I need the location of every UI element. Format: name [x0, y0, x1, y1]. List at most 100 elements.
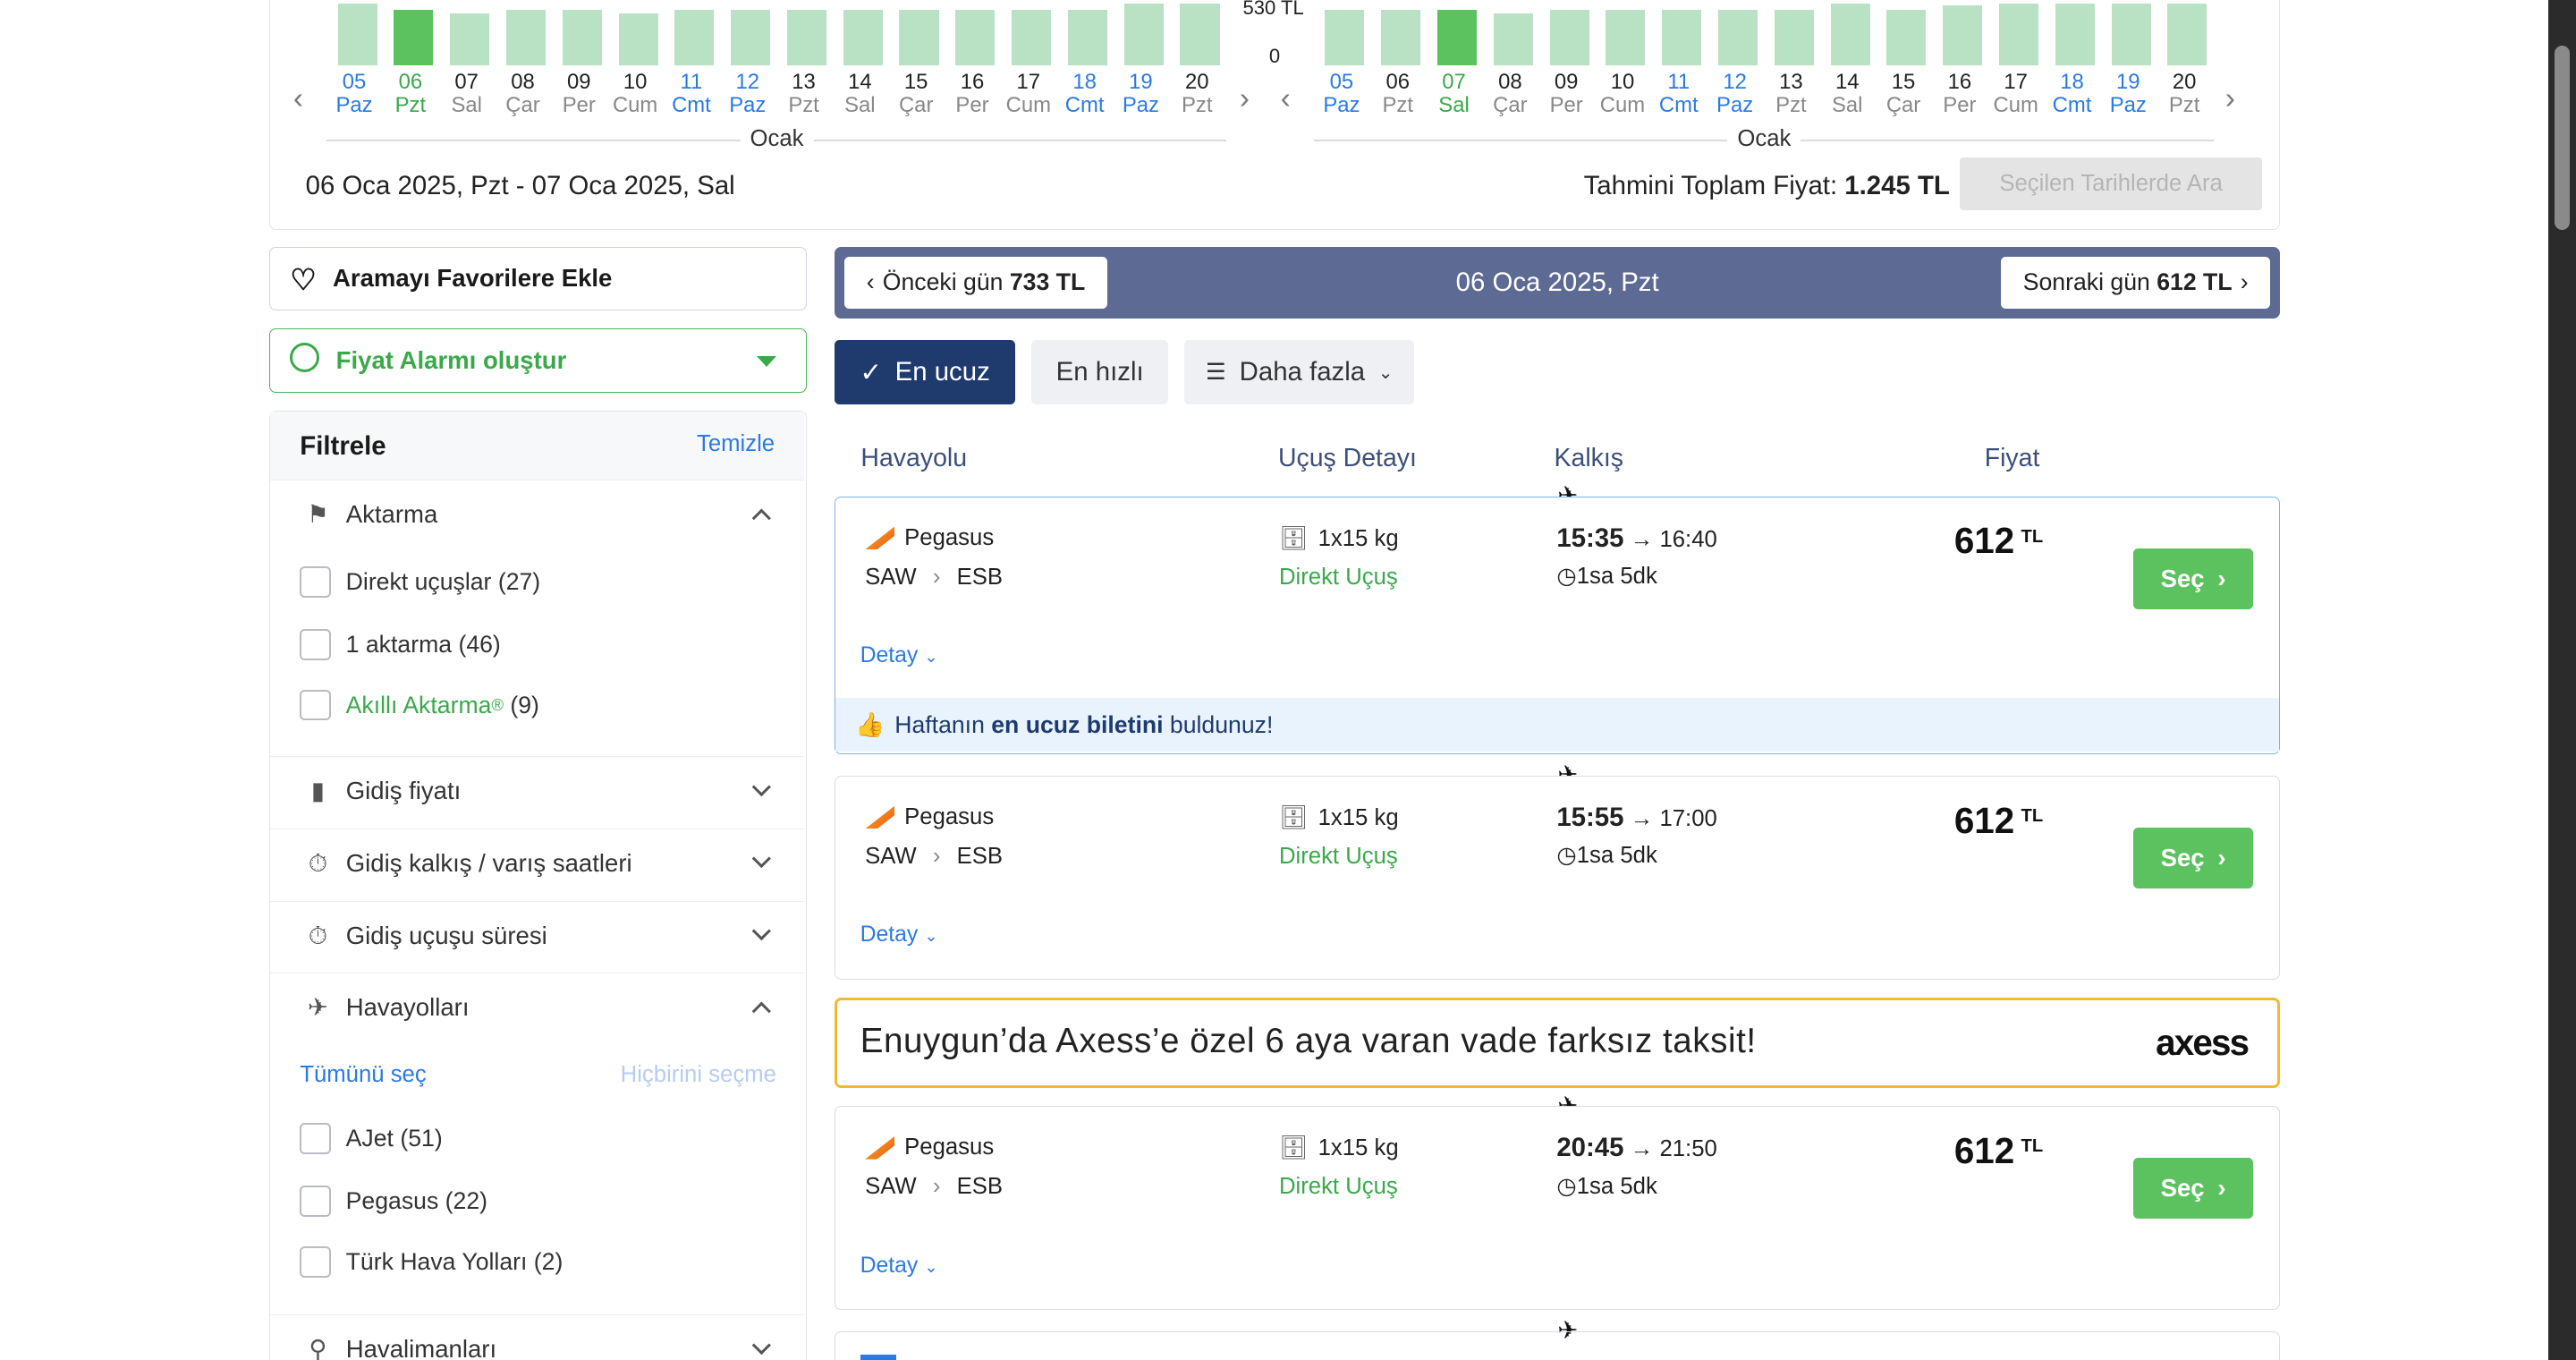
add-to-favorites-button[interactable]: ♡ Aramayı Favorilere Ekle — [269, 246, 807, 311]
price-bar-18[interactable] — [1067, 10, 1107, 66]
next-day-button[interactable]: Sonraki gün 612 TL › — [2001, 256, 2271, 310]
calendar-day-18[interactable]: 18 Cmt — [1056, 71, 1113, 116]
calendar-day-19[interactable]: 19 Paz — [1113, 71, 1169, 116]
search-selected-dates-button[interactable]: Seçilen Tarihlerde Ara — [1960, 157, 2263, 211]
flight-card[interactable]: Pegasus SAW › ESB 🗄 1x15 kg Direkt Uçuş 1… — [835, 496, 2281, 755]
calendar-day-05[interactable]: 05 Paz — [326, 71, 383, 116]
calendar-day-09[interactable]: 09 Per — [551, 71, 607, 116]
price-bar-11[interactable] — [1662, 10, 1702, 66]
details-toggle[interactable]: Detay ⌄ — [860, 1254, 938, 1279]
calendar-day-17[interactable]: 17 Cum — [1987, 71, 2044, 116]
left-cal-prev-icon[interactable]: ‹ — [293, 82, 303, 116]
select-all-link[interactable]: Tümünü seç — [300, 1062, 426, 1087]
flight-card[interactable] — [835, 1330, 2281, 1360]
stops-option-one[interactable]: 1 aktarma (46) — [300, 628, 501, 660]
flight-card[interactable]: Pegasus SAW › ESB 🗄 1x15 kg Direkt Uçuş 1… — [835, 775, 2281, 980]
price-bar-05[interactable] — [1325, 10, 1365, 66]
filter-section-times[interactable]: ⏱ Gidiş kalkış / varış saatleri — [270, 829, 805, 902]
calendar-day-11[interactable]: 11 Cmt — [664, 71, 720, 116]
calendar-day-10[interactable]: 10 Cum — [607, 71, 664, 116]
scrollbar-thumb[interactable] — [2555, 46, 2570, 231]
calendar-day-09[interactable]: 09 Per — [1538, 71, 1595, 116]
calendar-day-14[interactable]: 14 Sal — [832, 71, 888, 116]
calendar-day-07[interactable]: 07 Sal — [438, 71, 495, 116]
checkbox[interactable] — [300, 689, 332, 721]
checkbox[interactable] — [300, 1246, 332, 1279]
price-bar-12[interactable] — [731, 10, 771, 66]
price-bar-15[interactable] — [899, 10, 939, 66]
left-cal-next-icon[interactable]: › — [1240, 82, 1250, 116]
price-bar-18[interactable] — [2055, 3, 2095, 66]
price-bar-10[interactable] — [1606, 10, 1646, 66]
calendar-day-06[interactable]: 06 Pzt — [1369, 71, 1426, 116]
price-bar-14[interactable] — [1830, 3, 1870, 66]
calendar-day-16[interactable]: 16 Per — [1931, 71, 1987, 116]
price-bar-06[interactable] — [394, 10, 434, 66]
calendar-day-12[interactable]: 12 Paz — [719, 71, 775, 116]
checkbox[interactable] — [300, 1186, 332, 1218]
calendar-day-17[interactable]: 17 Cum — [1000, 71, 1056, 116]
section-title-stops[interactable]: Aktarma — [346, 500, 438, 529]
calendar-day-08[interactable]: 08 Çar — [495, 71, 551, 116]
calendar-day-20[interactable]: 20 Pzt — [1169, 71, 1225, 116]
stops-option-smart[interactable]: Akıllı Aktarma ® (9) — [300, 689, 539, 721]
select-flight-button[interactable]: Seç › — [2133, 548, 2254, 609]
price-bar-07[interactable] — [450, 13, 490, 66]
price-bar-08[interactable] — [1493, 13, 1533, 66]
calendar-day-07[interactable]: 07 Sal — [1426, 71, 1482, 116]
airline-option-ajet[interactable]: AJet (51) — [300, 1123, 443, 1155]
filter-section-duration[interactable]: ⏱ Gidiş uçuşu süresi — [270, 902, 805, 974]
right-cal-prev-icon[interactable]: ‹ — [1281, 82, 1291, 116]
price-bar-15[interactable] — [1886, 10, 1927, 66]
calendar-day-08[interactable]: 08 Çar — [1482, 71, 1538, 116]
price-bar-05[interactable] — [337, 3, 377, 66]
calendar-day-20[interactable]: 20 Pzt — [2157, 71, 2213, 116]
select-flight-button[interactable]: Seç › — [2133, 1158, 2254, 1219]
calendar-day-13[interactable]: 13 Pzt — [775, 71, 832, 116]
price-bar-06[interactable] — [1381, 10, 1421, 66]
calendar-day-18[interactable]: 18 Cmt — [2044, 71, 2100, 116]
calendar-day-11[interactable]: 11 Cmt — [1650, 71, 1707, 116]
price-bar-14[interactable] — [843, 10, 883, 66]
calendar-day-10[interactable]: 10 Cum — [1595, 71, 1651, 116]
price-alarm-dropdown[interactable]: Fiyat Alarmı oluştur — [269, 328, 807, 393]
chevron-up-icon[interactable] — [752, 509, 771, 528]
filter-section-airports[interactable]: ⚲ Havalimanları — [270, 1315, 804, 1360]
filter-section-price[interactable]: ▮ Gidiş fiyatı — [270, 757, 805, 829]
calendar-day-13[interactable]: 13 Pzt — [1763, 71, 1819, 116]
price-bar-17[interactable] — [1012, 10, 1052, 66]
sort-cheapest-button[interactable]: ✓ En ucuz — [835, 340, 1016, 404]
page-scrollbar[interactable] — [2547, 0, 2576, 1360]
flight-card[interactable]: Pegasus SAW › ESB 🗄 1x15 kg Direkt Uçuş 2… — [835, 1106, 2281, 1310]
price-bar-20[interactable] — [2167, 3, 2207, 66]
right-cal-next-icon[interactable]: › — [2225, 82, 2235, 116]
price-bar-12[interactable] — [1717, 10, 1758, 66]
section-title-airlines[interactable]: Havayolları — [346, 993, 470, 1022]
checkbox[interactable] — [300, 628, 332, 660]
calendar-day-15[interactable]: 15 Çar — [888, 71, 945, 116]
calendar-day-19[interactable]: 19 Paz — [2100, 71, 2157, 116]
checkbox[interactable] — [300, 1123, 332, 1155]
checkbox[interactable] — [300, 565, 332, 598]
calendar-day-16[interactable]: 16 Per — [945, 71, 1001, 116]
stops-option-direct[interactable]: Direkt uçuşlar (27) — [300, 565, 540, 598]
price-bar-13[interactable] — [1774, 10, 1814, 66]
price-bar-16[interactable] — [955, 10, 996, 66]
price-bar-13[interactable] — [786, 10, 826, 66]
calendar-day-12[interactable]: 12 Paz — [1707, 71, 1763, 116]
airline-option-pegasus[interactable]: Pegasus (22) — [300, 1186, 487, 1218]
airline-option-thy[interactable]: Türk Hava Yolları (2) — [300, 1246, 563, 1279]
sort-more-dropdown[interactable]: ☰ Daha fazla ⌄ — [1184, 340, 1415, 404]
price-bar-10[interactable] — [618, 13, 658, 66]
details-toggle[interactable]: Detay ⌄ — [860, 922, 938, 948]
calendar-day-06[interactable]: 06 Pzt — [382, 71, 438, 116]
price-bar-19[interactable] — [2111, 3, 2151, 66]
price-bar-20[interactable] — [1180, 3, 1220, 66]
price-bar-09[interactable] — [562, 10, 602, 66]
details-toggle[interactable]: Detay ⌄ — [860, 643, 938, 668]
price-bar-17[interactable] — [1998, 3, 2039, 66]
chevron-up-icon[interactable] — [752, 1002, 771, 1021]
calendar-day-14[interactable]: 14 Sal — [1819, 71, 1876, 116]
price-bar-09[interactable] — [1549, 10, 1589, 66]
calendar-day-15[interactable]: 15 Çar — [1876, 71, 1932, 116]
